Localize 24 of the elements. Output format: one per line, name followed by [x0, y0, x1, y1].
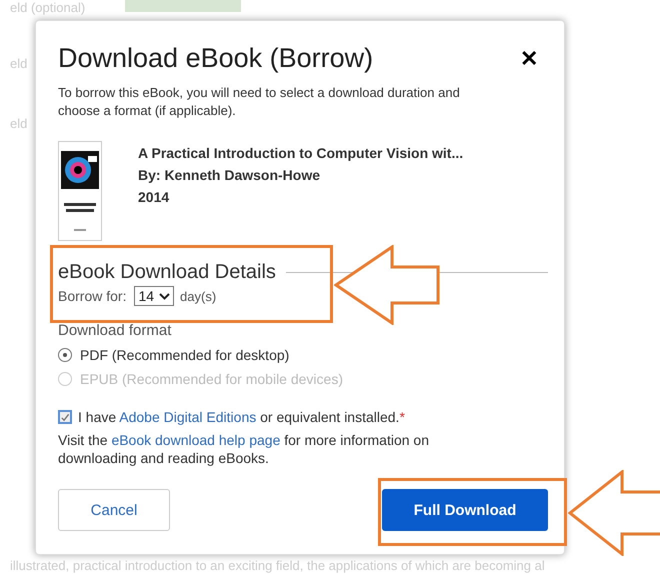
cancel-button[interactable]: Cancel [58, 489, 170, 531]
radio-button[interactable] [58, 348, 72, 362]
help-text: Visit the eBook download help page for more information on downloading and reading eBooks. [58, 431, 430, 467]
download-button[interactable]: Full Download [382, 489, 548, 531]
agreement-text: I have Adobe Digital Editions or equivalent installed.* [78, 409, 405, 425]
book-year: 2014 [138, 188, 170, 207]
checkbox[interactable] [58, 410, 72, 424]
duration-unit: day(s) [180, 288, 216, 304]
format-option: EPUB (Recommended for mobile devices) [80, 371, 343, 387]
format-label: Download format [58, 322, 172, 339]
borrow-label: Borrow for: [58, 288, 126, 304]
close-button[interactable]: ✕ [516, 46, 542, 72]
section-heading: eBook Download Details [58, 261, 276, 284]
help-link[interactable]: eBook download help page [111, 432, 280, 448]
arrow-icon [334, 245, 440, 325]
software-link[interactable]: Adobe Digital Editions [119, 409, 256, 425]
duration-dropdown[interactable]: 14 [134, 286, 174, 306]
book-cover-icon [58, 141, 102, 241]
format-option: PDF (Recommended for desktop) [80, 347, 290, 363]
book-title: A Practical Introduction to Computer Vision wit... [138, 144, 464, 163]
chevron-down-icon [159, 292, 170, 300]
intro-text: To borrow this eBook, you will need to select a download duration and choose a format (if applicable). [58, 84, 461, 120]
book-author: By: Kenneth Dawson-Howe [138, 166, 322, 185]
dialog-title: Download eBook (Borrow) [58, 43, 374, 74]
